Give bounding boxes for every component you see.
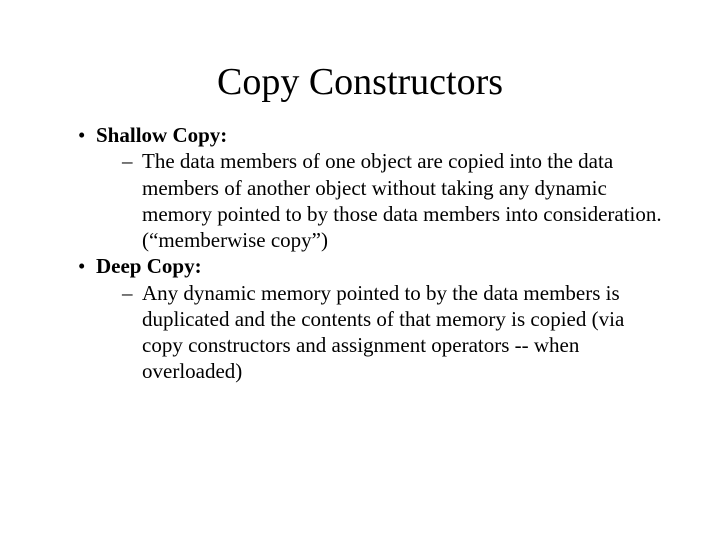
bullet-label: Deep Copy: [96, 254, 202, 278]
sub-list: The data members of one object are copie… [96, 148, 670, 253]
bullet-item: Shallow Copy: The data members of one ob… [78, 122, 670, 253]
bullet-list: Shallow Copy: The data members of one ob… [50, 122, 670, 385]
sub-list: Any dynamic memory pointed to by the dat… [96, 280, 670, 385]
sub-item: Any dynamic memory pointed to by the dat… [122, 280, 670, 385]
bullet-item: Deep Copy: Any dynamic memory pointed to… [78, 253, 670, 384]
sub-item: The data members of one object are copie… [122, 148, 670, 253]
bullet-label: Shallow Copy: [96, 123, 227, 147]
slide-title: Copy Constructors [50, 60, 670, 104]
